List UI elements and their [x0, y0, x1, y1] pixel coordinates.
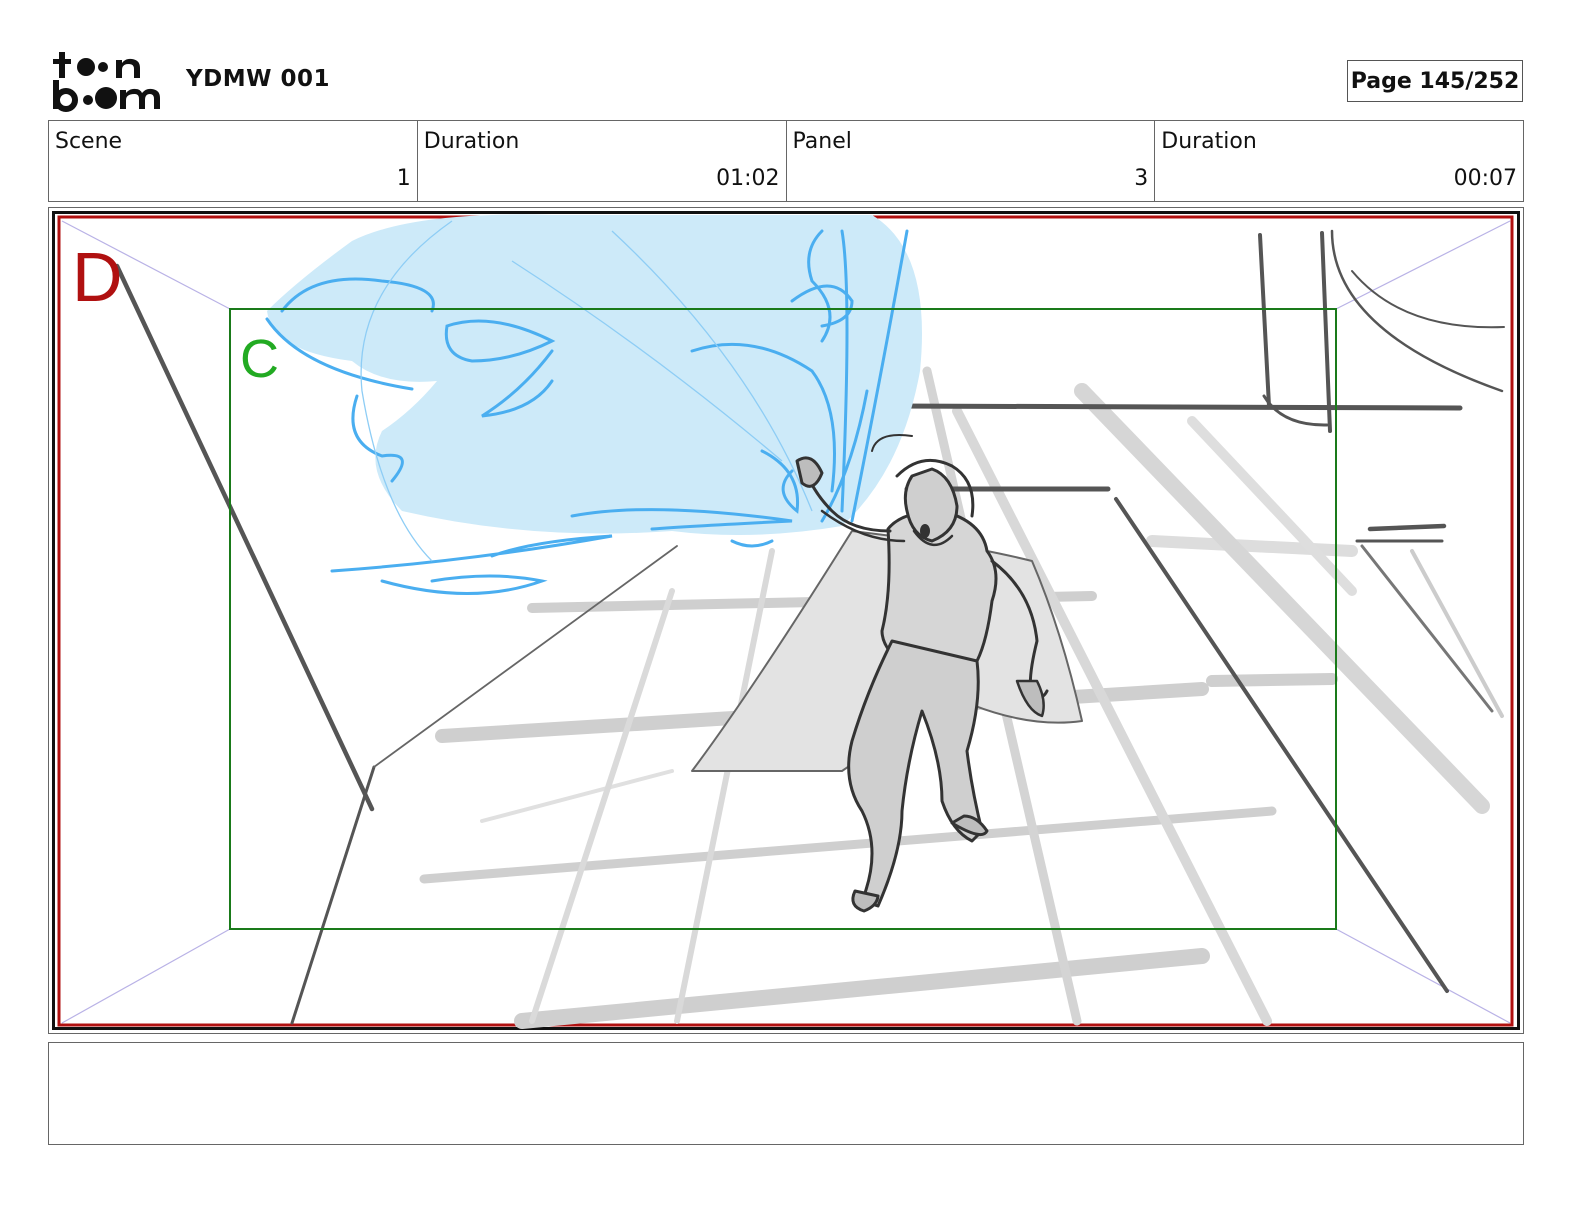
scene-duration-value: 01:02 [716, 166, 780, 191]
panel-duration-value: 00:07 [1453, 166, 1517, 191]
panel-duration-cell: Duration 00:07 [1155, 121, 1523, 201]
scene-value: 1 [396, 166, 411, 191]
panel-value: 3 [1134, 166, 1149, 191]
panel-duration-label: Duration [1161, 129, 1257, 154]
page-indicator: Page 145/252 [1347, 60, 1523, 102]
panel-label: Panel [792, 129, 852, 154]
scene-cell: Scene 1 [49, 121, 418, 201]
scene-label: Scene [55, 129, 123, 154]
toon-boom-logo [53, 52, 160, 112]
storyboard-drawing: D C [52, 211, 1520, 1030]
scene-duration-cell: Duration 01:02 [418, 121, 787, 201]
panel-cell: Panel 3 [787, 121, 1156, 201]
scene-duration-label: Duration [423, 129, 520, 154]
outer-frame-letter: D [72, 238, 123, 316]
project-title: YDMW 001 [186, 66, 331, 92]
panel-info-row: Scene 1 Duration 01:02 Panel 3 Duration … [48, 120, 1524, 202]
panel-notes-box [48, 1042, 1524, 1145]
inner-frame-letter: C [240, 329, 279, 389]
